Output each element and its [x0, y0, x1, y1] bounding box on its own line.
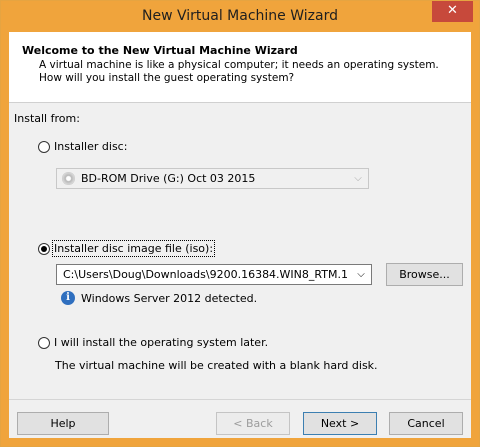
info-icon: i	[61, 291, 75, 305]
browse-button[interactable]: Browse...	[386, 263, 463, 286]
installer-disc-label[interactable]: Installer disc:	[54, 140, 127, 153]
iso-path-combo[interactable]: C:\Users\Doug\Downloads\9200.16384.WIN8_…	[56, 264, 372, 285]
window-title: New Virtual Machine Wizard	[142, 8, 338, 24]
wizard-header: Welcome to the New Virtual Machine Wizar…	[9, 32, 471, 103]
disc-drive-value: BD-ROM Drive (G:) Oct 03 2015	[81, 172, 256, 185]
install-later-radio[interactable]	[38, 337, 50, 349]
chevron-down-icon: ⌵	[354, 173, 362, 184]
title-bar[interactable]: New Virtual Machine Wizard ✕	[1, 1, 479, 32]
install-later-label[interactable]: I will install the operating system late…	[54, 336, 268, 349]
help-button[interactable]: Help	[17, 412, 109, 435]
install-from-label: Install from:	[14, 112, 80, 125]
wizard-body: Welcome to the New Virtual Machine Wizar…	[9, 32, 471, 438]
next-button[interactable]: Next >	[303, 412, 377, 435]
detected-os-text: Windows Server 2012 detected.	[81, 292, 258, 305]
close-icon: ✕	[447, 3, 458, 18]
wizard-window: New Virtual Machine Wizard ✕ Welcome to …	[0, 0, 480, 447]
blank-disk-note: The virtual machine will be created with…	[55, 359, 378, 372]
header-description: A virtual machine is like a physical com…	[39, 59, 439, 84]
installer-disc-radio[interactable]	[38, 141, 50, 153]
header-title: Welcome to the New Virtual Machine Wizar…	[22, 44, 298, 57]
disc-icon	[62, 172, 75, 185]
iso-image-label[interactable]: Installer disc image file (iso):	[51, 240, 216, 257]
cancel-button[interactable]: Cancel	[389, 412, 463, 435]
chevron-down-icon[interactable]: ⌵	[354, 265, 368, 284]
back-button[interactable]: < Back	[216, 412, 290, 435]
footer-divider	[9, 399, 471, 400]
iso-path-value: C:\Users\Doug\Downloads\9200.16384.WIN8_…	[63, 268, 348, 281]
iso-image-radio[interactable]	[38, 243, 50, 255]
disc-drive-select: BD-ROM Drive (G:) Oct 03 2015 ⌵	[56, 168, 369, 189]
close-button[interactable]: ✕	[432, 1, 473, 22]
